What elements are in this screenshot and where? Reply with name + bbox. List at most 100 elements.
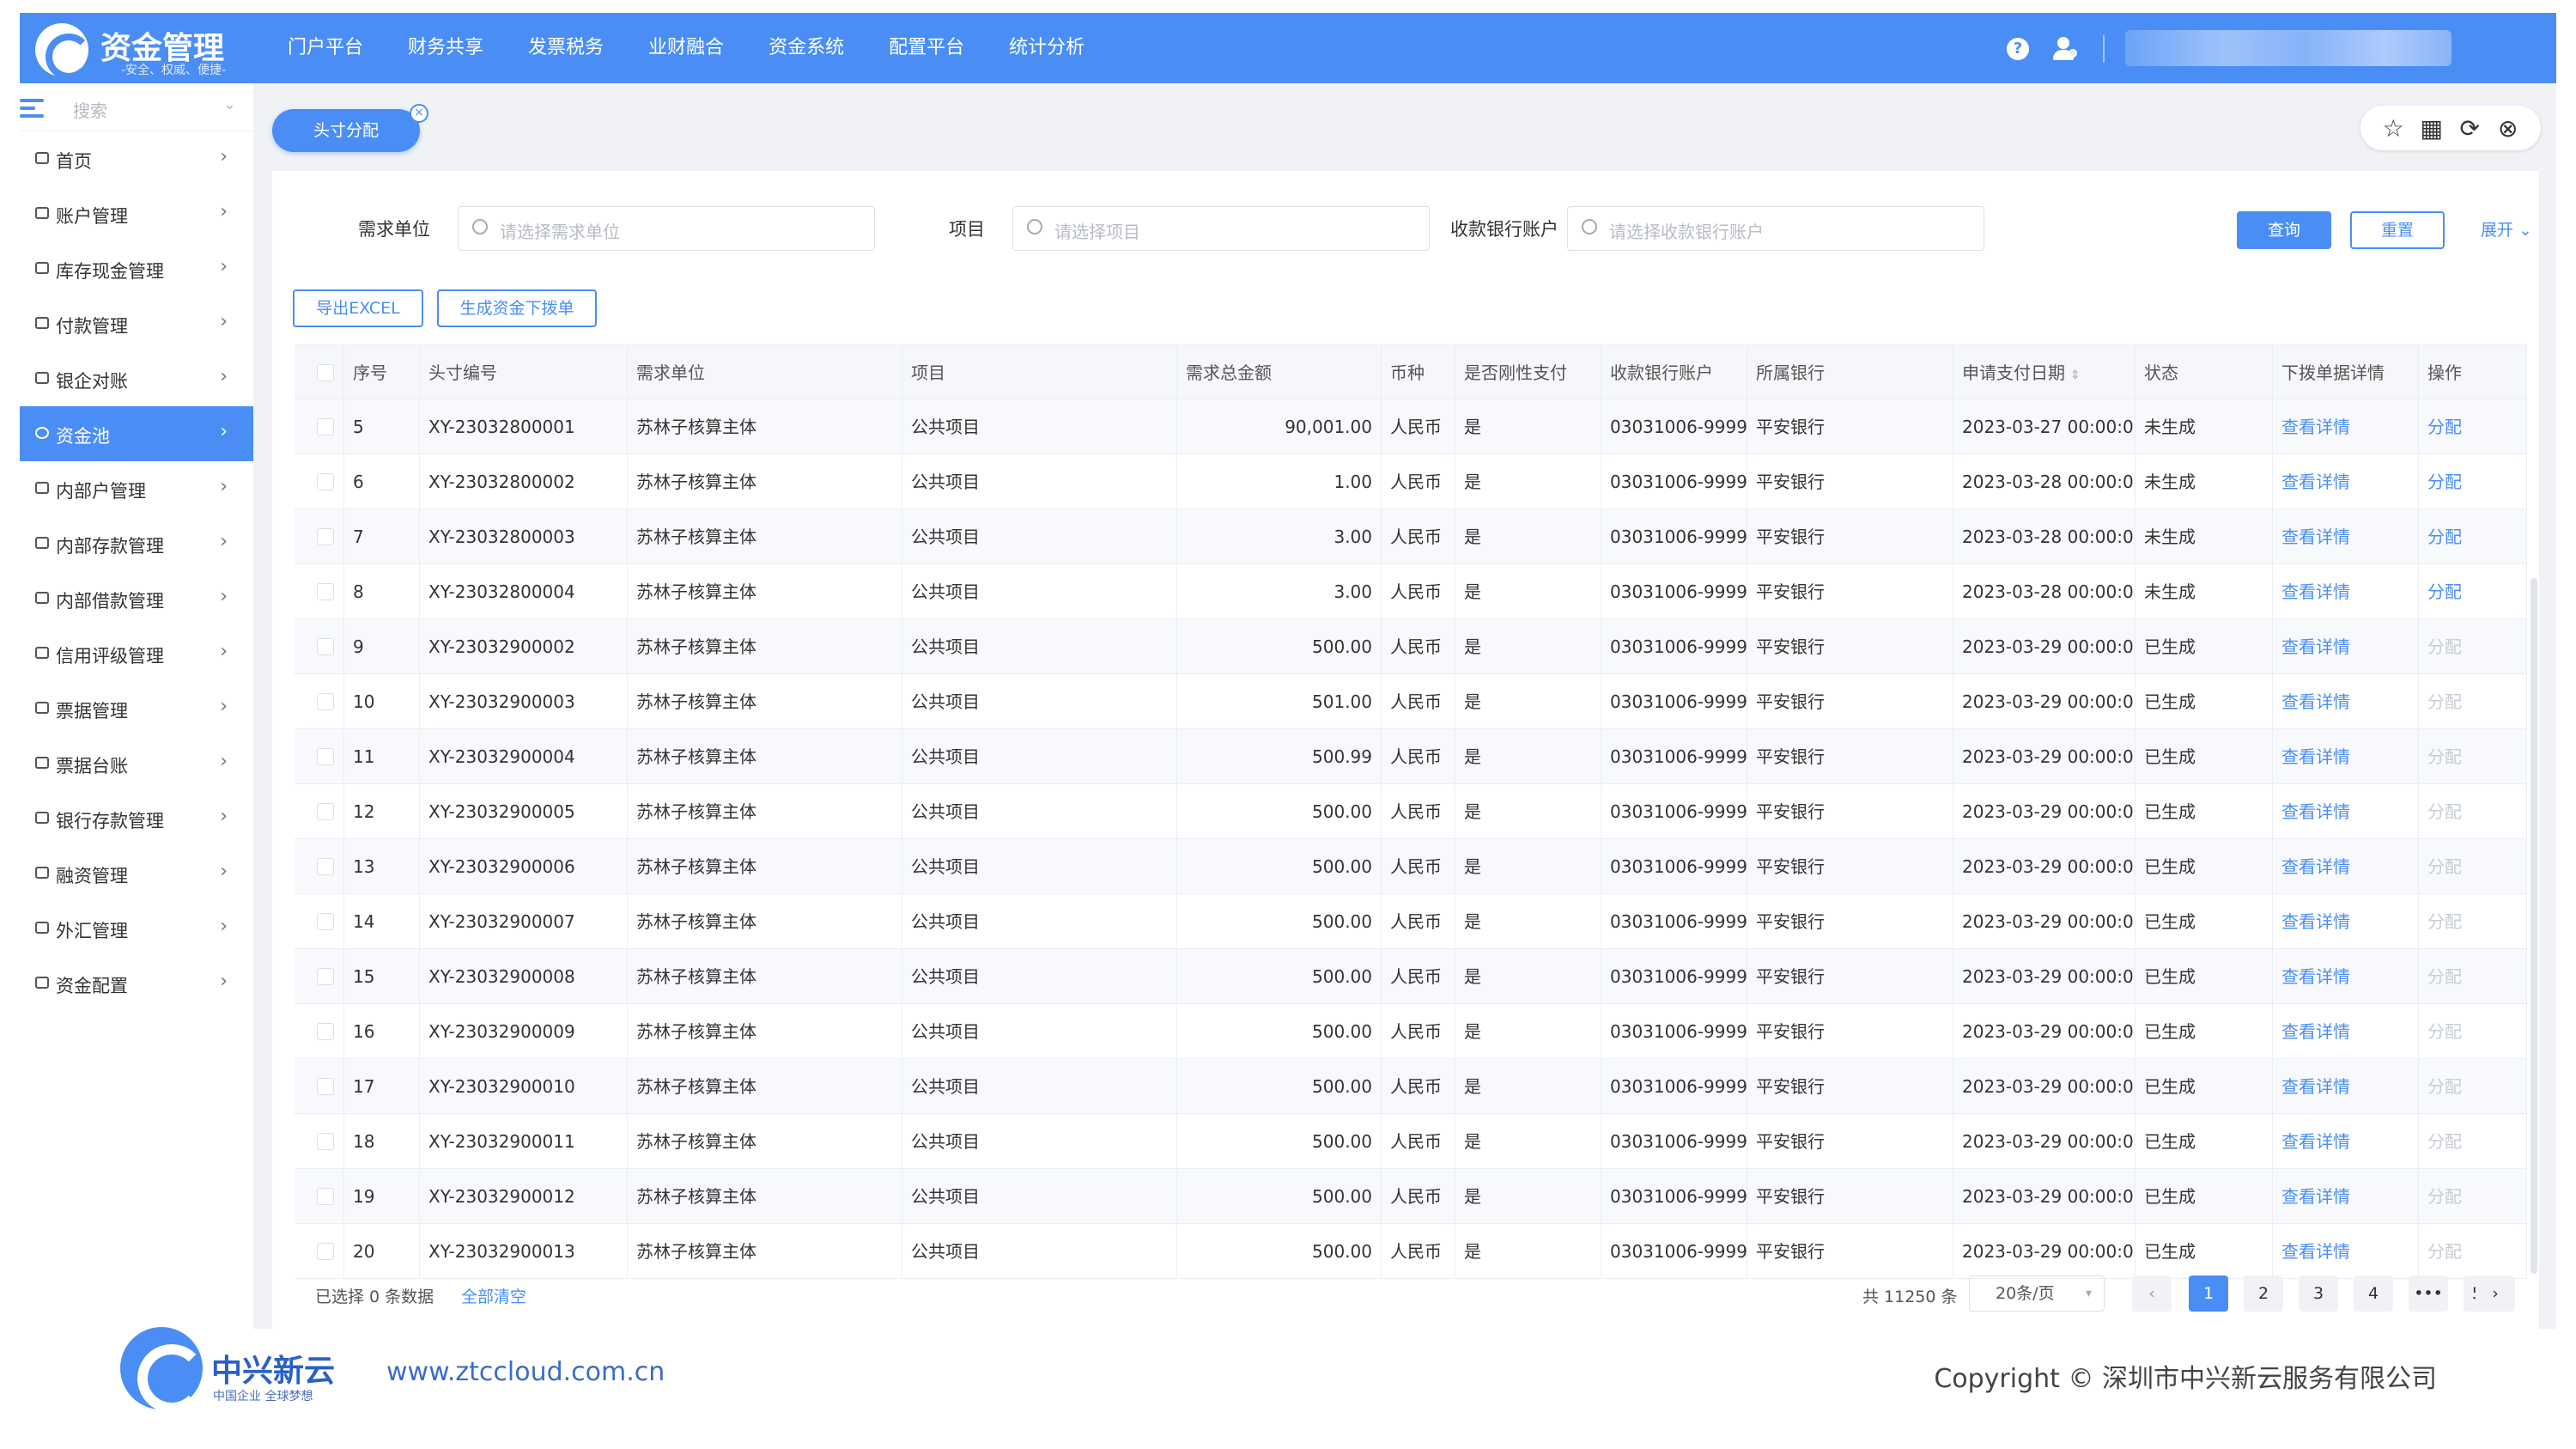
row-checkbox-cell[interactable] (295, 1059, 344, 1114)
row-checkbox-cell[interactable] (295, 839, 344, 894)
row-checkbox-cell[interactable] (295, 674, 344, 729)
sidebar-item[interactable]: 银企对账 › (20, 351, 253, 406)
sidebar-item[interactable]: 票据管理 › (20, 681, 253, 736)
row-checkbox-cell[interactable] (295, 729, 344, 784)
help-icon[interactable]: ? (2007, 38, 2029, 60)
table-row[interactable]: 12 XY-23032900005 苏林子核算主体 公共项目 500.00 人民币是 030… (295, 784, 2527, 839)
view-detail-link[interactable]: 查看详情 (2273, 564, 2419, 619)
row-checkbox[interactable] (317, 748, 334, 765)
page-button[interactable]: 1 (2189, 1275, 2228, 1312)
view-detail-link[interactable]: 查看详情 (2273, 839, 2419, 894)
app-logo[interactable]: 资金管理 -安全、权威、便捷- (35, 18, 258, 80)
nav-invoice-tax[interactable]: 发票税务 (528, 13, 604, 83)
more-pages-button[interactable]: ••• (2409, 1275, 2448, 1312)
row-checkbox[interactable] (317, 1188, 334, 1205)
table-row[interactable]: 5 XY-23032800001 苏林子核算主体 公共项目 90,001.00 人民币是 0… (295, 399, 2527, 454)
row-checkbox[interactable] (317, 913, 334, 930)
tab-position-allocation[interactable]: 头寸分配 (272, 109, 420, 152)
table-row[interactable]: 6 XY-23032800002 苏林子核算主体 公共项目 1.00 人民币是 030310… (295, 454, 2527, 509)
grid-icon[interactable]: ▦ (2416, 114, 2447, 143)
sidebar-item[interactable]: 融资管理 › (20, 846, 253, 901)
row-checkbox-cell[interactable] (295, 564, 344, 619)
nav-statistics[interactable]: 统计分析 (1009, 13, 1084, 83)
user-settings-icon[interactable] (2051, 35, 2077, 61)
table-scrollbar[interactable] (2530, 578, 2537, 1274)
sidebar-item[interactable]: 内部存款管理 › (20, 516, 253, 571)
table-row[interactable]: 7 XY-23032800003 苏林子核算主体 公共项目 3.00 人民币是 030310… (295, 509, 2527, 564)
view-detail-link[interactable]: 查看详情 (2273, 894, 2419, 949)
row-checkbox-cell[interactable] (295, 399, 344, 454)
demand-unit-select[interactable]: 请选择需求单位 (458, 206, 875, 251)
tab-close-icon[interactable]: × (410, 104, 428, 123)
allocate-link[interactable]: 分配 (2419, 399, 2527, 454)
view-detail-link[interactable]: 查看详情 (2273, 619, 2419, 674)
row-checkbox-cell[interactable] (295, 949, 344, 1004)
page-button[interactable]: 2 (2244, 1275, 2283, 1312)
export-excel-button[interactable]: 导出EXCEL (293, 289, 423, 327)
row-checkbox[interactable] (317, 1078, 334, 1095)
sidebar-item[interactable]: 信用评级管理 › (20, 626, 253, 681)
table-row[interactable]: 9 XY-23032900002 苏林子核算主体 公共项目 500.00 人民币是 0303… (295, 619, 2527, 674)
table-row[interactable]: 14 XY-23032900007 苏林子核算主体 公共项目 500.00 人民币是 030… (295, 894, 2527, 949)
allocate-link[interactable]: 分配 (2419, 454, 2527, 509)
sidebar-item[interactable]: 账户管理 › (20, 186, 253, 241)
sidebar-item[interactable]: 票据台账 › (20, 736, 253, 791)
row-checkbox[interactable] (317, 638, 334, 655)
page-size-select[interactable]: 20条/页 ▾ (1969, 1275, 2105, 1312)
allocate-link[interactable]: 分配 (2419, 509, 2527, 564)
sidebar-item[interactable]: 外汇管理 › (20, 901, 253, 956)
expand-toggle[interactable]: 展开 ⌄ (2481, 217, 2532, 240)
row-checkbox[interactable] (317, 1023, 334, 1040)
view-detail-link[interactable]: 查看详情 (2273, 509, 2419, 564)
row-checkbox-cell[interactable] (295, 454, 344, 509)
bank-account-select[interactable]: 请选择收款银行账户 (1567, 206, 1984, 251)
row-checkbox[interactable] (317, 1243, 334, 1260)
nav-finance-share[interactable]: 财务共享 (408, 13, 483, 83)
view-detail-link[interactable]: 查看详情 (2273, 729, 2419, 784)
sidebar-item[interactable]: 付款管理 › (20, 296, 253, 351)
site-url[interactable]: www.ztccloud.com.cn (386, 1357, 665, 1387)
project-select[interactable]: 请选择项目 (1012, 206, 1430, 251)
row-checkbox[interactable] (317, 583, 334, 600)
sidebar-item[interactable]: 内部借款管理 › (20, 571, 253, 626)
page-button[interactable]: 4 (2354, 1275, 2393, 1312)
table-row[interactable]: 11 XY-23032900004 苏林子核算主体 公共项目 500.99 人民币是 030… (295, 729, 2527, 784)
view-detail-link[interactable]: 查看详情 (2273, 1114, 2419, 1169)
table-row[interactable]: 8 XY-23032800004 苏林子核算主体 公共项目 3.00 人民币是 030310… (295, 564, 2527, 619)
sidebar-item[interactable]: 银行存款管理 › (20, 791, 253, 846)
nav-config[interactable]: 配置平台 (889, 13, 964, 83)
row-checkbox-cell[interactable] (295, 619, 344, 674)
nav-portal[interactable]: 门户平台 (288, 13, 363, 83)
table-row[interactable]: 13 XY-23032900006 苏林子核算主体 公共项目 500.00 人民币是 030… (295, 839, 2527, 894)
column-header[interactable]: 申请支付日期 ⇕ (1953, 345, 2136, 400)
row-checkbox-cell[interactable] (295, 894, 344, 949)
nav-business-finance[interactable]: 业财融合 (648, 13, 724, 83)
row-checkbox[interactable] (317, 1133, 334, 1150)
select-all-checkbox[interactable] (317, 364, 334, 381)
sidebar-item[interactable]: 资金配置 › (20, 956, 253, 1011)
row-checkbox-cell[interactable] (295, 784, 344, 839)
row-checkbox[interactable] (317, 803, 334, 820)
generate-transfer-button[interactable]: 生成资金下拨单 (437, 289, 597, 327)
row-checkbox-cell[interactable] (295, 1004, 344, 1059)
menu-toggle-icon[interactable] (20, 99, 44, 118)
view-detail-link[interactable]: 查看详情 (2273, 949, 2419, 1004)
view-detail-link[interactable]: 查看详情 (2273, 1169, 2419, 1224)
close-circle-icon[interactable]: ⊗ (2493, 114, 2524, 143)
row-checkbox[interactable] (317, 858, 334, 875)
view-detail-link[interactable]: 查看详情 (2273, 1059, 2419, 1114)
row-checkbox[interactable] (317, 693, 334, 710)
row-checkbox[interactable] (317, 528, 334, 545)
view-detail-link[interactable]: 查看详情 (2273, 1004, 2419, 1059)
user-info-blurred[interactable] (2125, 30, 2451, 66)
view-detail-link[interactable]: 查看详情 (2273, 454, 2419, 509)
table-row[interactable]: 18 XY-23032900011 苏林子核算主体 公共项目 500.00 人民币是 030… (295, 1114, 2527, 1169)
table-row[interactable]: 15 XY-23032900008 苏林子核算主体 公共项目 500.00 人民币是 030… (295, 949, 2527, 1004)
sidebar-item[interactable]: 库存现金管理 › (20, 241, 253, 296)
next-page-button[interactable]: › (2476, 1275, 2515, 1312)
row-checkbox-cell[interactable] (295, 1114, 344, 1169)
sidebar-search-placeholder[interactable]: 搜索 (73, 97, 107, 122)
prev-page-button[interactable]: ‹ (2132, 1275, 2172, 1312)
table-row[interactable]: 16 XY-23032900009 苏林子核算主体 公共项目 500.00 人民币是 030… (295, 1004, 2527, 1059)
table-row[interactable]: 17 XY-23032900010 苏林子核算主体 公共项目 500.00 人民币是 030… (295, 1059, 2527, 1114)
